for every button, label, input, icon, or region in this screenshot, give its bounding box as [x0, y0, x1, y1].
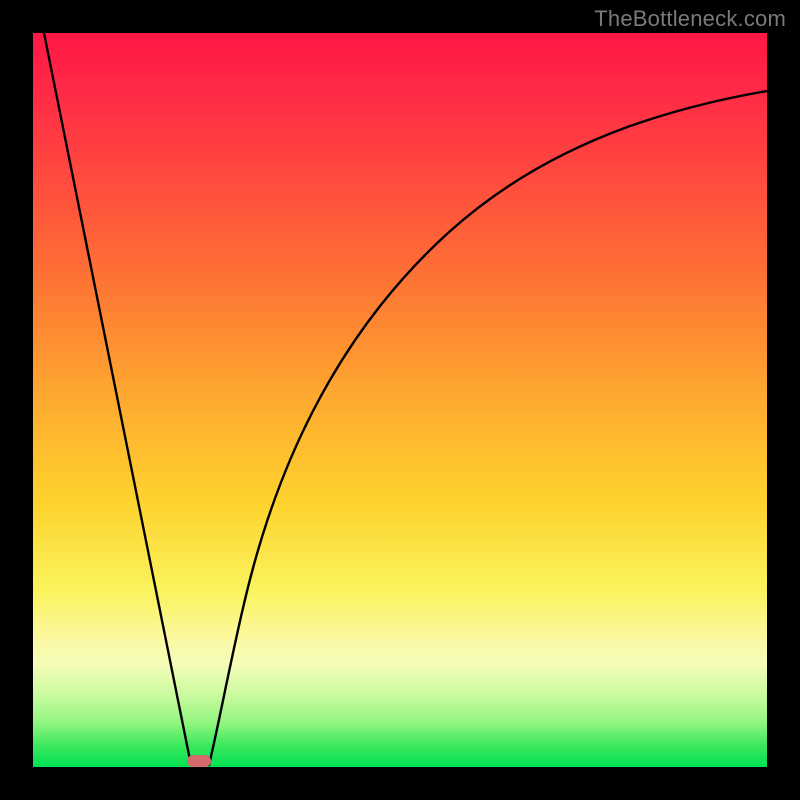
curve-left-branch — [44, 33, 191, 765]
watermark-text: TheBottleneck.com — [594, 6, 786, 32]
curve-right-branch — [209, 91, 767, 765]
trough-marker — [187, 755, 211, 767]
chart-frame: TheBottleneck.com — [0, 0, 800, 800]
bottleneck-curve — [33, 33, 767, 767]
plot-area — [33, 33, 767, 767]
